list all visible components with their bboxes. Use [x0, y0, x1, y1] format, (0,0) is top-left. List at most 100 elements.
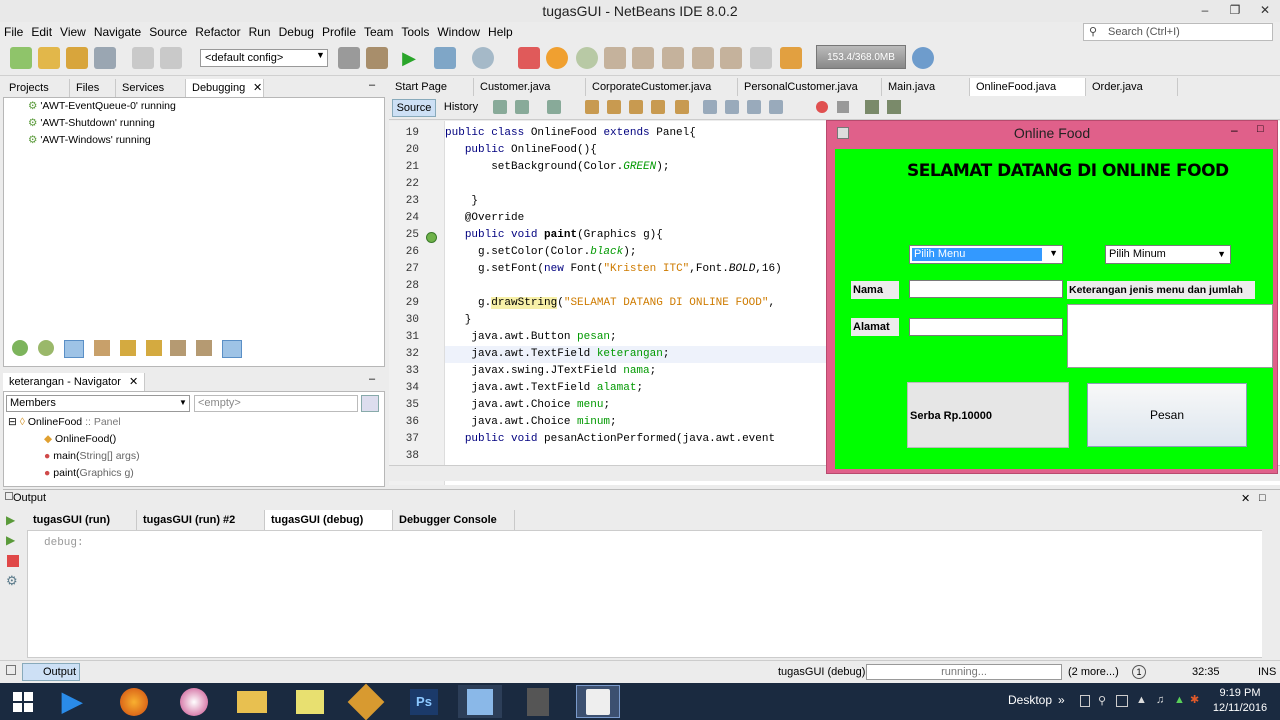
source-button[interactable]: Source — [392, 99, 436, 117]
navigator-item[interactable]: ● paint(Graphics g) — [44, 465, 134, 482]
thread-row[interactable]: ⚙ 'AWT-Windows' running — [4, 132, 384, 149]
file-explorer-icon[interactable] — [230, 685, 274, 718]
toggle-highlight-icon[interactable] — [651, 100, 665, 114]
close-icon[interactable]: ✕ — [253, 81, 262, 94]
navigator-item[interactable]: ● main(String[] args) — [44, 448, 140, 465]
threads-icon[interactable] — [38, 340, 54, 356]
toggle-bookmark-icon[interactable] — [747, 100, 761, 114]
uncomment-icon[interactable] — [887, 100, 901, 114]
step-into-icon[interactable] — [662, 47, 684, 69]
navigator-item[interactable]: ◆ OnlineFood() — [44, 431, 116, 448]
desktop-toolbar[interactable]: Desktop — [1008, 693, 1052, 707]
network-icon[interactable]: ▲ — [1136, 694, 1147, 706]
menu-window[interactable]: Window — [433, 22, 484, 42]
collapse-icon[interactable]: ⊟ — [8, 416, 17, 428]
sessions-icon[interactable] — [12, 340, 28, 356]
tab-main[interactable]: Main.java — [882, 78, 970, 96]
tab-corporate-customer[interactable]: CorporateCustomer.java — [586, 78, 738, 96]
frame-minimize-button[interactable]: – — [1231, 123, 1238, 137]
pen-tool-icon[interactable] — [344, 683, 388, 720]
step-over-expression-icon[interactable] — [632, 47, 654, 69]
filter-icon[interactable] — [361, 395, 379, 412]
find-icon[interactable] — [585, 100, 599, 114]
apply-code-changes-icon[interactable] — [750, 47, 772, 69]
minum-choice[interactable]: Pilih Minum ▼ — [1105, 245, 1231, 264]
menu-refactor[interactable]: Refactor — [191, 22, 244, 42]
profile-icon[interactable] — [472, 47, 494, 69]
open-project-icon[interactable] — [66, 47, 88, 69]
menu-view[interactable]: View — [56, 22, 90, 42]
menu-profile[interactable]: Profile — [318, 22, 360, 42]
tab-debugger-console[interactable]: Debugger Console — [393, 510, 515, 530]
menu-help[interactable]: Help — [484, 22, 517, 42]
minimize-button[interactable]: – — [1190, 0, 1220, 20]
forward-icon[interactable] — [547, 100, 561, 114]
firefox-icon[interactable] — [112, 685, 156, 718]
tray-icon[interactable] — [1116, 695, 1128, 707]
memory-indicator[interactable]: 153.4/368.0MB — [816, 45, 906, 69]
navigator-root[interactable]: ⊟ ◊ OnlineFood :: Panel — [8, 414, 121, 431]
sort-icon[interactable] — [196, 340, 212, 356]
close-icon[interactable]: ✕ — [129, 375, 138, 388]
restore-icon[interactable]: □ — [1259, 492, 1266, 504]
tab-files[interactable]: Files — [70, 79, 116, 97]
frame-maximize-button[interactable]: □ — [1257, 123, 1264, 135]
find-next-icon[interactable] — [629, 100, 643, 114]
browser-icon[interactable] — [172, 685, 216, 718]
new-project-icon[interactable] — [38, 47, 60, 69]
sticky-notes-icon[interactable] — [288, 685, 332, 718]
tray-icon[interactable]: ▲ — [1174, 694, 1185, 706]
thread-row[interactable]: ⚙ 'AWT-Shutdown' running — [4, 115, 384, 132]
clean-build-icon[interactable] — [366, 47, 388, 69]
comment-icon[interactable] — [865, 100, 879, 114]
tab-run[interactable]: tugasGUI (run) — [27, 510, 137, 530]
alamat-input[interactable] — [909, 318, 1063, 336]
build-icon[interactable] — [338, 47, 360, 69]
members-select[interactable]: Members — [6, 395, 190, 412]
save-all-icon[interactable] — [94, 47, 116, 69]
keterangan-textarea[interactable] — [1067, 304, 1273, 368]
undo-icon[interactable] — [132, 47, 154, 69]
last-edit-icon[interactable] — [493, 100, 507, 114]
prev-bookmark-icon[interactable] — [703, 100, 717, 114]
config-select[interactable]: <default config> — [200, 49, 328, 67]
clock-time[interactable]: 9:19 PM — [1210, 687, 1270, 699]
new-file-icon[interactable] — [10, 47, 32, 69]
tab-projects[interactable]: Projects — [3, 79, 70, 97]
virtualbox-icon[interactable] — [458, 685, 502, 718]
tab-services[interactable]: Services — [116, 79, 186, 97]
java-app-icon[interactable] — [576, 685, 620, 718]
menu-run[interactable]: Run — [245, 22, 275, 42]
tray-icon[interactable]: ✱ — [1190, 693, 1199, 706]
rerun-parameters-icon[interactable]: ▶ — [6, 533, 15, 547]
variables-icon[interactable] — [94, 340, 110, 356]
tray-icon[interactable] — [1080, 695, 1090, 707]
menu-tools[interactable]: Tools — [397, 22, 433, 42]
back-icon[interactable] — [515, 100, 529, 114]
maximize-button[interactable]: ❐ — [1220, 0, 1250, 20]
photoshop-icon[interactable]: Ps — [402, 685, 446, 718]
stop-icon[interactable] — [7, 555, 19, 567]
menu-navigate[interactable]: Navigate — [90, 22, 145, 42]
redo-icon[interactable] — [160, 47, 182, 69]
tab-start-page[interactable]: Start Page — [389, 78, 474, 96]
finish-debug-icon[interactable] — [518, 47, 540, 69]
camera-app-icon[interactable] — [516, 685, 560, 718]
watches-icon[interactable] — [146, 340, 162, 356]
menu-choice[interactable]: Pilih Menu ▼ — [909, 245, 1063, 264]
rerun-icon[interactable]: ▶ — [6, 513, 15, 527]
more-processes[interactable]: (2 more...) — [1068, 666, 1119, 678]
gc-icon[interactable] — [912, 47, 934, 69]
continue-icon[interactable] — [576, 47, 598, 69]
menu-edit[interactable]: Edit — [27, 22, 56, 42]
nama-input[interactable] — [909, 280, 1063, 298]
step-over-icon[interactable] — [604, 47, 626, 69]
empty-select[interactable]: <empty> — [194, 395, 358, 412]
output-toggle-button[interactable]: Output — [22, 663, 80, 681]
search-input[interactable]: Search (Ctrl+I) — [1083, 23, 1273, 41]
windows-start-icon[interactable] — [0, 685, 46, 718]
shift-left-icon[interactable] — [769, 100, 783, 114]
filter-icon[interactable] — [222, 340, 242, 358]
navigator-title[interactable]: keterangan - Navigator — [3, 373, 145, 391]
toggle-rectangle-icon[interactable] — [675, 100, 689, 114]
